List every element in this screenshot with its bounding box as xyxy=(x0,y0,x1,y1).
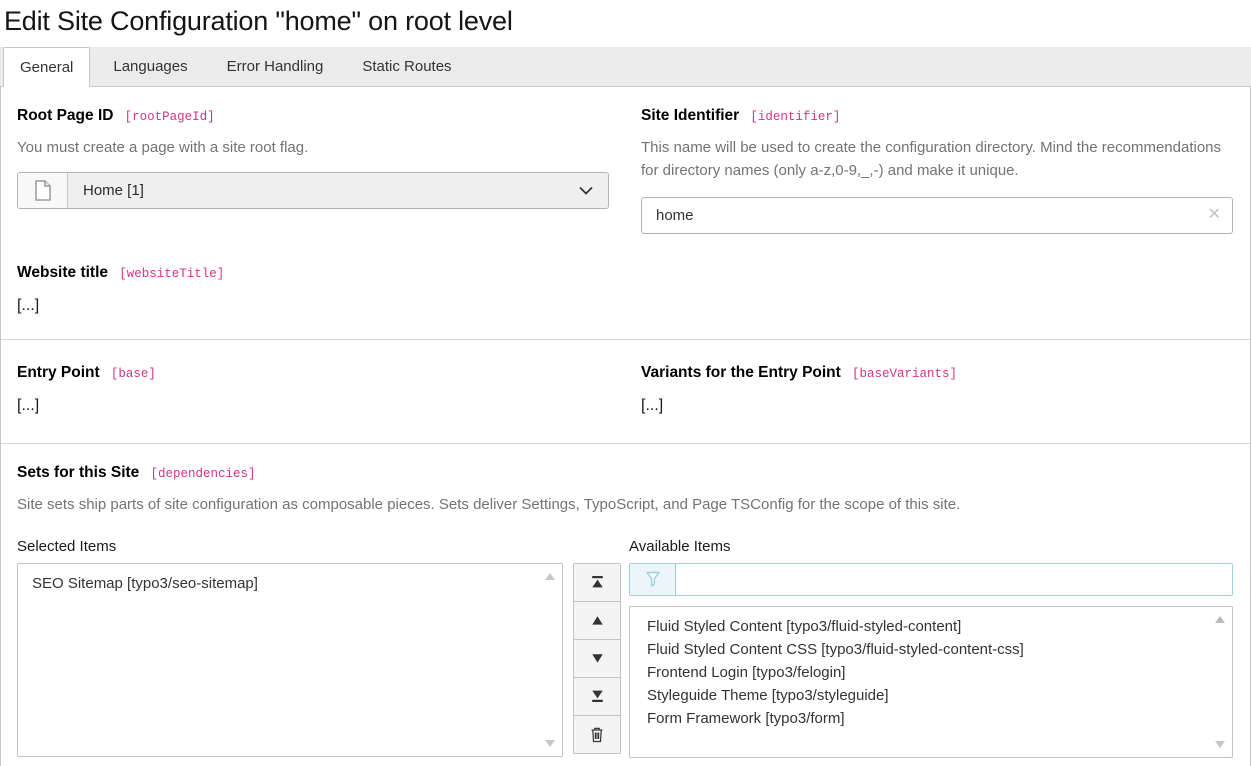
tab-static-routes[interactable]: Static Routes xyxy=(346,47,467,86)
root-page-id-description: You must create a page with a site root … xyxy=(17,136,609,159)
available-items-filter-input[interactable] xyxy=(676,564,1232,595)
available-items-filter xyxy=(629,563,1233,596)
move-down-icon xyxy=(590,653,605,664)
item-move-buttons xyxy=(573,563,621,757)
list-item[interactable]: Form Framework [typo3/form] xyxy=(647,707,1206,730)
list-item[interactable]: Fluid Styled Content CSS [typo3/fluid-st… xyxy=(647,638,1206,661)
tab-error-handling[interactable]: Error Handling xyxy=(211,47,340,86)
trash-icon xyxy=(589,726,605,743)
section-sets: Sets for this Site [dependencies] Site s… xyxy=(1,443,1250,766)
root-page-id-selected-option: Home [1] xyxy=(68,173,608,208)
field-root-page-id: Root Page ID [rootPageId] You must creat… xyxy=(17,107,609,234)
field-label-row: Variants for the Entry Point [baseVarian… xyxy=(641,364,1233,382)
list-item[interactable]: Frontend Login [typo3/felogin] xyxy=(647,661,1206,684)
entry-point-collapsed-value[interactable]: [...] xyxy=(17,397,609,415)
move-to-top-icon xyxy=(590,575,605,589)
field-label-row: Entry Point [base] xyxy=(17,364,609,382)
base-variants-collapsed-value[interactable]: [...] xyxy=(641,397,1233,415)
root-page-id-value: Home [1] xyxy=(83,182,144,199)
move-down-button[interactable] xyxy=(573,639,621,678)
sets-label: Sets for this Site xyxy=(17,464,139,481)
tab-languages[interactable]: Languages xyxy=(97,47,203,86)
available-items-title: Available Items xyxy=(629,538,1233,555)
field-base-variants: Variants for the Entry Point [baseVarian… xyxy=(641,364,1233,415)
move-to-top-button[interactable] xyxy=(573,563,621,602)
field-label-row: Site Identifier [identifier] xyxy=(641,107,1233,125)
move-to-bottom-icon xyxy=(590,689,605,703)
sets-description: Site sets ship parts of site configurati… xyxy=(17,493,1233,516)
section-identity: Root Page ID [rootPageId] You must creat… xyxy=(1,87,1250,339)
base-variants-label: Variants for the Entry Point xyxy=(641,364,841,381)
site-identifier-description: This name will be used to create the con… xyxy=(641,136,1233,183)
scroll-down-arrow-icon[interactable] xyxy=(545,740,555,747)
list-item[interactable]: SEO Sitemap [typo3/seo-sitemap] xyxy=(32,572,536,595)
chevron-down-icon xyxy=(579,186,593,195)
move-up-button[interactable] xyxy=(573,601,621,640)
selected-items-title: Selected Items xyxy=(17,538,621,555)
base-variants-code: [baseVariants] xyxy=(852,367,957,381)
site-identifier-code: [identifier] xyxy=(750,110,840,124)
move-up-icon xyxy=(590,615,605,626)
root-page-id-label: Root Page ID xyxy=(17,107,113,124)
list-item[interactable]: Fluid Styled Content [typo3/fluid-styled… xyxy=(647,615,1206,638)
tab-general[interactable]: General xyxy=(3,47,90,87)
field-entry-point: Entry Point [base] [...] xyxy=(17,364,609,415)
site-identifier-input-wrap: ✕ xyxy=(641,197,1233,234)
root-page-id-select[interactable]: Home [1] xyxy=(17,172,609,209)
clear-icon[interactable]: ✕ xyxy=(1208,207,1221,223)
field-label-row: Website title [websiteTitle] xyxy=(17,264,1233,282)
root-page-id-code: [rootPageId] xyxy=(125,110,215,124)
selected-items-column: Selected Items SEO Sitemap [typo3/seo-si… xyxy=(17,538,621,758)
page-title: Edit Site Configuration "home" on root l… xyxy=(0,0,1251,47)
field-site-identifier: Site Identifier [identifier] This name w… xyxy=(641,107,1233,234)
field-label-row: Sets for this Site [dependencies] xyxy=(17,464,1233,482)
site-identifier-input[interactable] xyxy=(642,198,1232,233)
entry-point-code: [base] xyxy=(111,367,156,381)
scroll-up-arrow-icon[interactable] xyxy=(545,573,555,580)
scroll-down-arrow-icon[interactable] xyxy=(1215,741,1225,748)
section-entry-point: Entry Point [base] [...] Variants for th… xyxy=(1,339,1250,443)
website-title-code: [websiteTitle] xyxy=(119,267,224,281)
list-item[interactable]: Styleguide Theme [typo3/styleguide] xyxy=(647,684,1206,707)
scroll-up-arrow-icon[interactable] xyxy=(1215,616,1225,623)
selected-items-listbox[interactable]: SEO Sitemap [typo3/seo-sitemap] xyxy=(17,563,563,757)
page-icon xyxy=(18,173,68,208)
entry-point-label: Entry Point xyxy=(17,364,100,381)
field-website-title: Website title [websiteTitle] [...] xyxy=(17,264,1233,315)
move-to-bottom-button[interactable] xyxy=(573,677,621,716)
available-items-listbox[interactable]: Fluid Styled Content [typo3/fluid-styled… xyxy=(629,606,1233,758)
tab-bar: General Languages Error Handling Static … xyxy=(0,47,1251,87)
field-label-row: Root Page ID [rootPageId] xyxy=(17,107,609,125)
available-items-column: Available Items Fluid Styled Content [ty… xyxy=(629,538,1233,758)
website-title-label: Website title xyxy=(17,264,108,281)
funnel-icon xyxy=(630,564,676,595)
site-identifier-label: Site Identifier xyxy=(641,107,739,124)
general-tab-panel: Root Page ID [rootPageId] You must creat… xyxy=(0,87,1251,766)
sets-code: [dependencies] xyxy=(150,467,255,481)
website-title-collapsed-value[interactable]: [...] xyxy=(17,297,1233,315)
remove-item-button[interactable] xyxy=(573,715,621,754)
